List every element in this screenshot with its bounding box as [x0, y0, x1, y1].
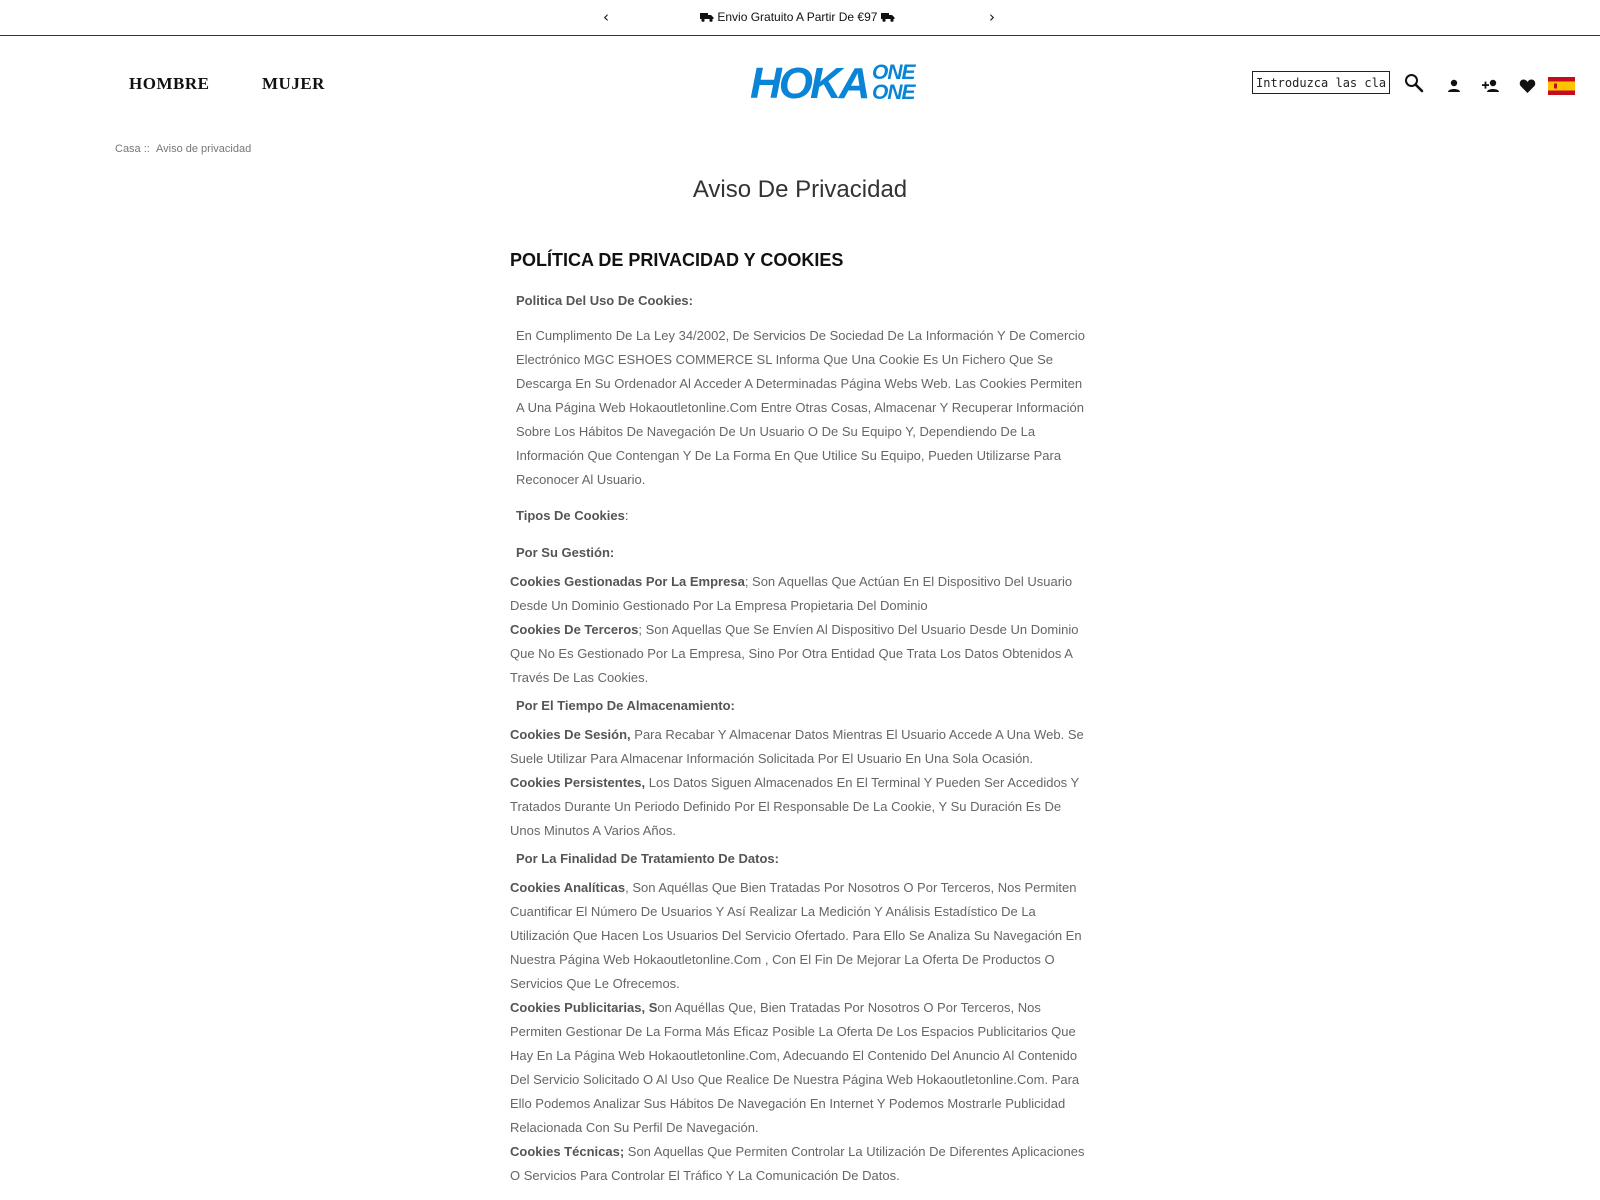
- truck-icon: [880, 13, 895, 22]
- by-storage-title: Por El Tiempo De Almacenamiento:: [516, 698, 735, 713]
- session-cookies-term: Cookies De Sesión,: [510, 727, 631, 742]
- nav-women-link[interactable]: MUJER: [262, 74, 325, 94]
- logo-text: HOKA: [750, 59, 868, 104]
- technical-cookies-term: Cookies Técnicas;: [510, 1144, 625, 1159]
- account-icon[interactable]: [1446, 78, 1462, 94]
- promo-message: Envio Gratuito A Partir De €97: [700, 10, 895, 24]
- by-management-title: Por Su Gestión:: [516, 545, 615, 560]
- promo-text: Envio Gratuito A Partir De €97: [717, 10, 878, 24]
- technical-cookies-item: Cookies Técnicas; Son Aquellas Que Permi…: [510, 1140, 1090, 1188]
- promo-prev-button[interactable]: ‹: [603, 8, 609, 26]
- cookie-usage-title: Politica Del Uso De Cookies:: [516, 293, 693, 308]
- cookie-intro-paragraph: En Cumplimento De La Ley 34/2002, De Ser…: [516, 328, 1085, 487]
- session-cookies-item: Cookies De Sesión, Para Recabar Y Almace…: [510, 723, 1090, 771]
- by-purpose-title: Por La Finalidad De Tratamiento De Datos…: [516, 851, 779, 866]
- cookie-types-label: Tipos De Cookies: [516, 508, 625, 523]
- nav-men-link[interactable]: HOMBRE: [129, 74, 209, 94]
- logo-one-bottom: ONE: [872, 81, 917, 104]
- analytics-cookies-item: Cookies Analíticas, Son Aquéllas Que Bie…: [510, 876, 1090, 996]
- promo-next-button[interactable]: ›: [989, 8, 995, 26]
- cookie-types-colon: :: [624, 508, 629, 523]
- own-cookies-item: Cookies Gestionadas Por La Empresa; Son …: [510, 570, 1090, 618]
- policy-content: POLÍTICA DE PRIVACIDAD Y COOKIES Politic…: [510, 250, 1090, 1188]
- spain-flag-icon[interactable]: [1548, 77, 1575, 95]
- promo-bar: ‹ Envio Gratuito A Partir De €97 ›: [0, 0, 1600, 36]
- breadcrumb: Casa :: Aviso de privacidad: [115, 143, 251, 155]
- third-party-cookies-term: Cookies De Terceros: [510, 622, 639, 637]
- analytics-cookies-desc: , Son Aquéllas Que Bien Tratadas Por Nos…: [510, 880, 1082, 991]
- persistent-cookies-item: Cookies Persistentes, Los Datos Siguen A…: [510, 771, 1090, 843]
- analytics-cookies-term: Cookies Analíticas: [510, 880, 626, 895]
- persistent-cookies-term: Cookies Persistentes,: [510, 775, 646, 790]
- advertising-cookies-item: Cookies Publicitarias, Son Aquéllas Que,…: [510, 996, 1090, 1140]
- hoka-logo[interactable]: HOKA ONE ONE: [750, 58, 930, 104]
- register-icon[interactable]: [1481, 78, 1501, 94]
- search-icon[interactable]: [1404, 73, 1424, 93]
- third-party-cookies-item: Cookies De Terceros; Son Aquellas Que Se…: [510, 618, 1090, 690]
- breadcrumb-current: Aviso de privacidad: [156, 143, 252, 155]
- page-title: Aviso De Privacidad: [692, 176, 908, 203]
- advertising-cookies-desc: on Aquéllas Que, Bien Tratadas Por Nosot…: [510, 1000, 1080, 1135]
- policy-heading: POLÍTICA DE PRIVACIDAD Y COOKIES: [510, 250, 844, 270]
- advertising-cookies-term: Cookies Publicitarias, S: [510, 1000, 658, 1015]
- breadcrumb-home-link[interactable]: Casa: [115, 143, 141, 155]
- truck-icon: [700, 13, 714, 22]
- breadcrumb-separator: ::: [143, 143, 150, 155]
- own-cookies-term: Cookies Gestionadas Por La Empresa: [510, 574, 745, 589]
- wishlist-icon[interactable]: [1519, 78, 1536, 94]
- cookie-types-title: Tipos De Cookies:: [516, 508, 1090, 523]
- search-input[interactable]: [1252, 71, 1390, 94]
